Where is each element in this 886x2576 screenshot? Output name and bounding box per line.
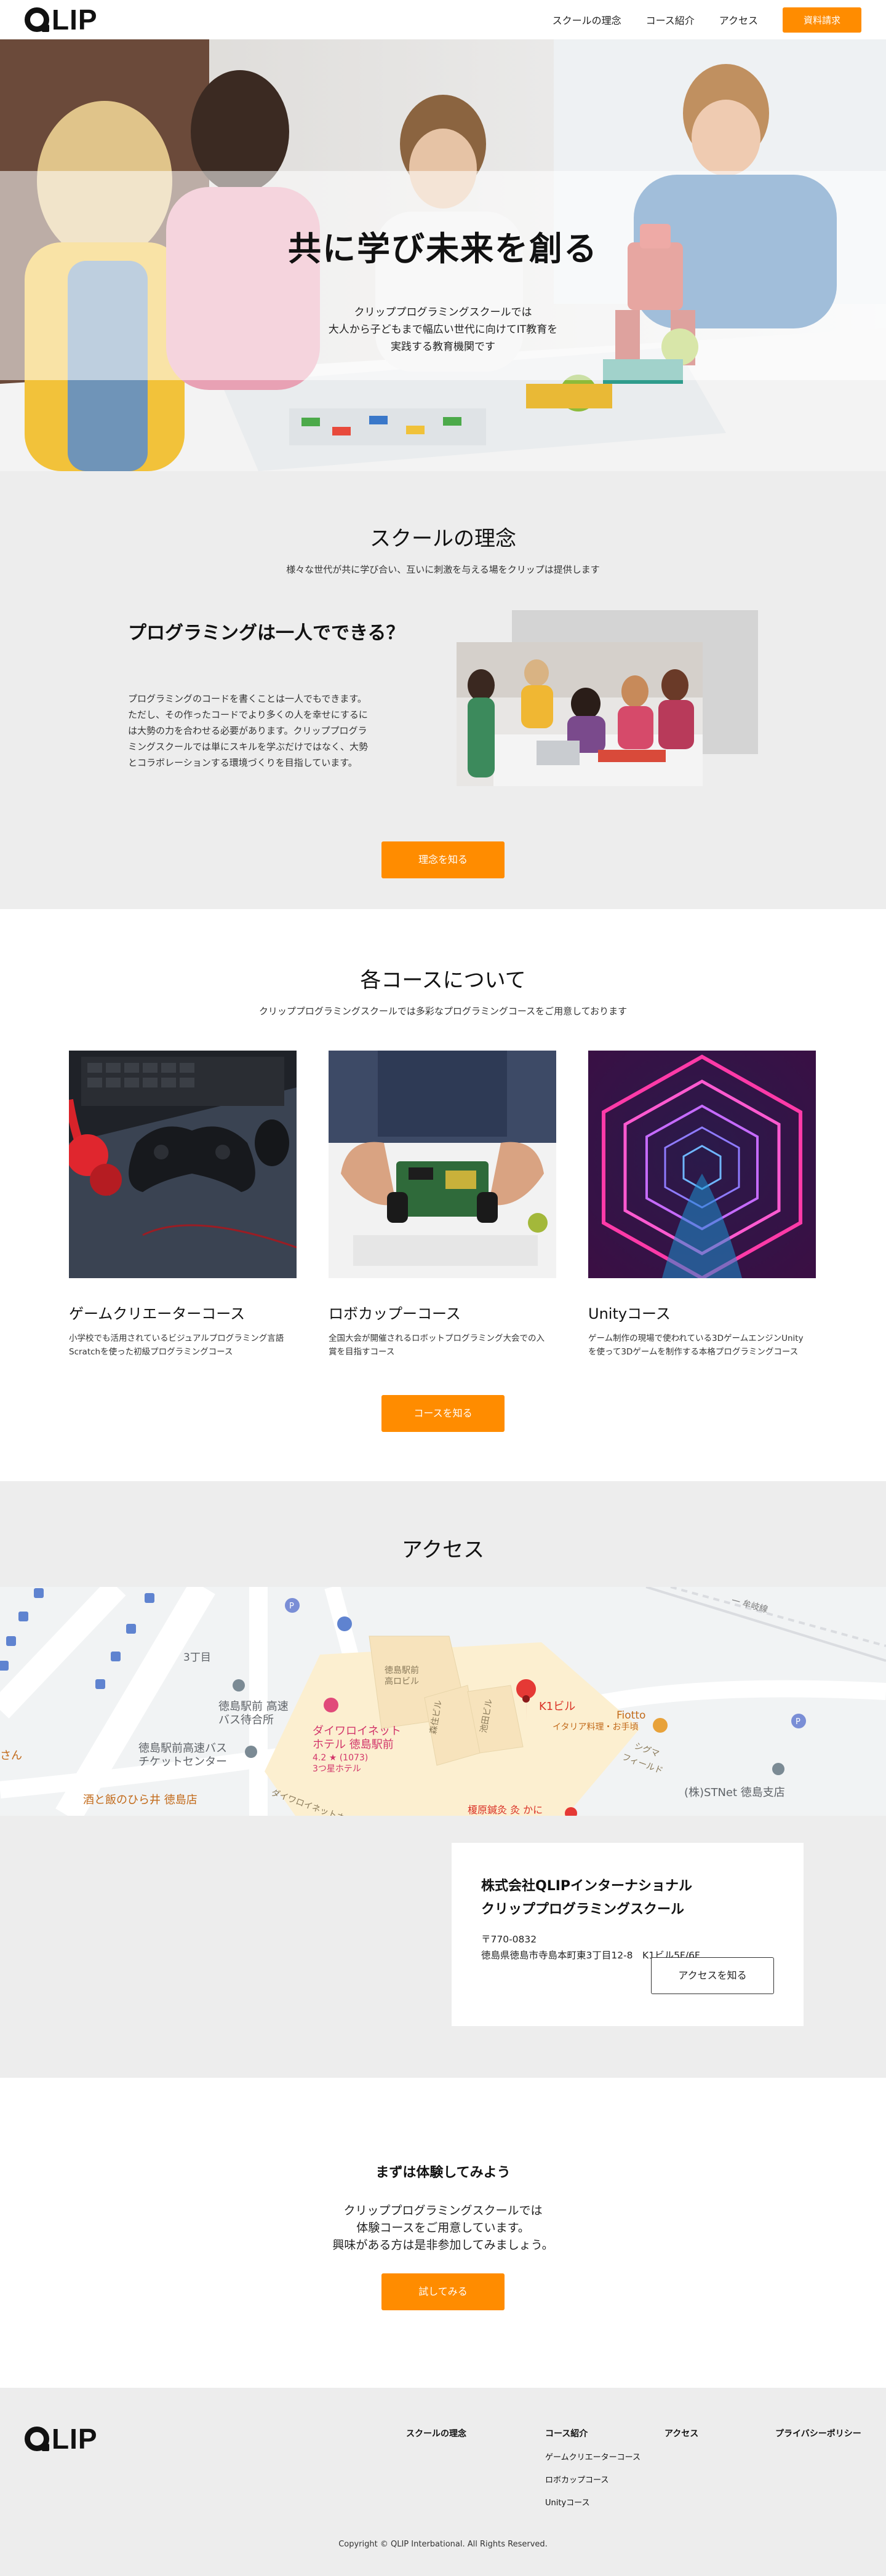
- course-description-line: 小学校でも活用されているビジュアルプログラミング言語: [69, 1334, 284, 1343]
- svg-text:(株)STNet 徳島支店: (株)STNet 徳島支店: [684, 1786, 785, 1799]
- logo-text: LIP: [52, 4, 98, 36]
- course-card-unity[interactable]: Unityコース ゲーム制作の現場で使われている3DゲームエンジンUnity を…: [588, 1051, 816, 1359]
- nav-link-access[interactable]: アクセス: [719, 12, 758, 27]
- svg-text:チケットセンター: チケットセンター: [138, 1755, 227, 1768]
- philosophy-subtitle: 様々な世代が共に学び合い、互いに刺激を与える場をクリップは提供します: [286, 564, 600, 575]
- postal-code: 〒770-0832: [481, 1934, 537, 1945]
- courses-subtitle: クリッププログラミングスクールでは多彩なプログラミングコースをご用意しております: [258, 1006, 628, 1017]
- course-description: 全国大会が開催されるロボットプログラミング大会での入 賞を目指すコース: [329, 1332, 556, 1359]
- svg-text:高ロビル: 高ロビル: [385, 1676, 419, 1687]
- footer-link-courses[interactable]: コース紹介: [545, 2427, 641, 2439]
- site-header: LIP スクールの理念 コース紹介 アクセス 資料請求: [0, 0, 886, 39]
- svg-text:榎原鍼灸 灸 かに: 榎原鍼灸 灸 かに: [468, 1804, 543, 1816]
- course-image-game: [69, 1051, 297, 1278]
- courses-title: 各コースについて: [360, 968, 526, 993]
- philosophy-section: スクールの理念 様々な世代が共に学び合い、互いに刺激を与える場をクリップは提供し…: [0, 471, 886, 909]
- access-section: アクセス P P 3丁目 徳島駅前 高速 バス待合所 徳島駅前高速バス チケット…: [0, 1481, 886, 2078]
- svg-text:P: P: [289, 1602, 294, 1611]
- trial-body-line: 体験コースをご用意しています。: [356, 2221, 530, 2235]
- footer-col-courses: コース紹介 ゲームクリエーターコース ロボカップコース Unityコース: [545, 2427, 641, 2508]
- request-docs-button[interactable]: 資料請求: [782, 7, 861, 33]
- footer-link-course[interactable]: ロボカップコース: [545, 2473, 641, 2485]
- svg-text:イタリア料理・お手頃: イタリア料理・お手頃: [553, 1722, 638, 1732]
- hero-title: 共に学び未来を創る: [288, 229, 598, 268]
- logo-q-mark: [25, 2427, 49, 2451]
- logo-text: LIP: [52, 2423, 98, 2455]
- philosophy-body: プログラミングのコードを書くことは一人でもできます。 ただし、その作ったコードで…: [128, 691, 422, 771]
- svg-text:3丁目: 3丁目: [183, 1652, 211, 1664]
- footer-link-philosophy[interactable]: スクールの理念: [406, 2427, 466, 2439]
- philosophy-photo: [457, 642, 703, 786]
- course-image-unity: [588, 1051, 816, 1278]
- course-description: ゲーム制作の現場で使われている3DゲームエンジンUnity を使って3Dゲームを…: [588, 1332, 816, 1359]
- course-name: Unityコース: [588, 1305, 671, 1322]
- trial-body-line: クリッププログラミングスクールでは: [343, 2204, 543, 2217]
- address-card: 株式会社QLIPインターナショナル クリッププログラミングスクール 〒770-0…: [452, 1843, 804, 2026]
- trial-section: まずは体験してみよう クリッププログラミングスクールでは 体験コースをご用意して…: [0, 2078, 886, 2388]
- philosophy-title: スクールの理念: [370, 527, 516, 551]
- trial-body: クリッププログラミングスクールでは 体験コースをご用意しています。 興味がある方…: [0, 2202, 886, 2254]
- hero-subtitle-line: 実践する教育機関です: [391, 341, 495, 353]
- nav-link-philosophy[interactable]: スクールの理念: [553, 12, 621, 27]
- philosophy-body-line: プログラミングのコードを書くことは一人でもできます。: [128, 693, 367, 704]
- course-description-line: ゲーム制作の現場で使われている3DゲームエンジンUnity: [588, 1334, 804, 1343]
- svg-text:ホテル 徳島駅前: ホテル 徳島駅前: [313, 1738, 394, 1751]
- access-map[interactable]: P P 3丁目 徳島駅前 高速 バス待合所 徳島駅前高速バス チケットセンター …: [0, 1587, 886, 1816]
- company-name-line: 株式会社QLIPインターナショナル: [481, 1878, 693, 1894]
- svg-text:K1ビル: K1ビル: [539, 1700, 575, 1713]
- svg-text:ダイワロイネット: ダイワロイネット: [313, 1725, 401, 1738]
- philosophy-body-line: ミングスクールでは単にスキルを学ぶだけではなく、大勢: [128, 741, 369, 752]
- main-nav: スクールの理念 コース紹介 アクセス 資料請求: [553, 7, 861, 33]
- access-learn-button[interactable]: アクセスを知る: [651, 1957, 774, 1994]
- footer-logo[interactable]: LIP: [25, 2422, 98, 2455]
- access-title: アクセス: [401, 1538, 485, 1562]
- hero-subtitle-line: 大人から子どもまで幅広い世代に向けてIT教育を: [328, 324, 558, 336]
- footer-link-privacy[interactable]: プライバシーポリシー: [775, 2427, 861, 2439]
- course-image-robocup: [329, 1051, 556, 1278]
- trial-title: まずは体験してみよう: [375, 2165, 511, 2180]
- nav-link-courses[interactable]: コース紹介: [646, 12, 695, 27]
- trial-body-line: 興味がある方は是非参加してみましょう。: [332, 2238, 554, 2252]
- course-description-line: を使って3Dゲームを制作する本格プログラミングコース: [588, 1347, 799, 1357]
- hero-section: 共に学び未来を創る クリッププログラミングスクールでは 大人から子どもまで幅広い…: [0, 39, 886, 471]
- hero-subtitle: クリッププログラミングスクールでは 大人から子どもまで幅広い世代に向けてIT教育…: [0, 304, 886, 356]
- course-description: 小学校でも活用されているビジュアルプログラミング言語 Scratchを使った初級…: [69, 1332, 297, 1359]
- svg-text:さん: さん: [0, 1749, 22, 1762]
- logo-q-mark: [25, 7, 49, 32]
- svg-text:徳島駅前 高速: 徳島駅前 高速: [218, 1700, 289, 1713]
- footer-link-access[interactable]: アクセス: [664, 2427, 698, 2439]
- course-card-robocup[interactable]: ロボカップーコース 全国大会が開催されるロボットプログラミング大会での入 賞を目…: [329, 1051, 556, 1359]
- footer-link-course[interactable]: ゲームクリエーターコース: [545, 2451, 641, 2462]
- course-description-line: 全国大会が開催されるロボットプログラミング大会での入: [329, 1334, 545, 1343]
- svg-text:バス待合所: バス待合所: [218, 1714, 274, 1727]
- course-card-game[interactable]: ゲームクリエーターコース 小学校でも活用されているビジュアルプログラミング言語 …: [69, 1051, 297, 1359]
- philosophy-body-line: とコラボレーションする環境づくりを目指しています。: [128, 757, 357, 768]
- philosophy-body-line: ただし、その作ったコードでより多くの人を幸せにするに: [128, 709, 368, 720]
- svg-text:Fiotto: Fiotto: [617, 1709, 645, 1722]
- svg-text:酒と飯のひら井 徳島店: 酒と飯のひら井 徳島店: [83, 1794, 198, 1807]
- svg-text:3つ星ホテル: 3つ星ホテル: [313, 1764, 361, 1774]
- course-name: ゲームクリエーターコース: [69, 1305, 245, 1322]
- courses-section: 各コースについて クリッププログラミングスクールでは多彩なプログラミングコースを…: [0, 909, 886, 1481]
- company-name: 株式会社QLIPインターナショナル クリッププログラミングスクール: [481, 1875, 774, 1922]
- footer-course-links: ゲームクリエーターコース ロボカップコース Unityコース: [545, 2451, 641, 2508]
- courses-learn-button[interactable]: コースを知る: [381, 1395, 505, 1432]
- philosophy-heading: プログラミングは一人でできる？: [128, 622, 405, 644]
- course-description-line: 賞を目指すコース: [329, 1347, 395, 1357]
- philosophy-body-line: は大勢の力を合わせる必要があります。クリッププログラ: [128, 725, 367, 736]
- svg-text:徳島駅前高速バス: 徳島駅前高速バス: [138, 1742, 227, 1755]
- svg-text:徳島駅前: 徳島駅前: [385, 1665, 419, 1676]
- trial-try-button[interactable]: 試してみる: [381, 2273, 505, 2310]
- footer-link-course[interactable]: Unityコース: [545, 2496, 641, 2508]
- svg-text:P: P: [796, 1717, 800, 1727]
- site-footer: LIP スクールの理念 コース紹介 ゲームクリエーターコース ロボカップコース …: [0, 2388, 886, 2576]
- site-logo[interactable]: LIP: [25, 3, 98, 36]
- course-description-line: Scratchを使った初級プログラミングコース: [69, 1347, 233, 1357]
- copyright-text: Copyright © QLIP Interbational. All Righ…: [338, 2540, 548, 2549]
- hero-subtitle-line: クリッププログラミングスクールでは: [354, 306, 532, 319]
- philosophy-learn-button[interactable]: 理念を知る: [381, 841, 505, 878]
- course-name: ロボカップーコース: [329, 1305, 461, 1322]
- svg-text:4.2 ★ (1073): 4.2 ★ (1073): [313, 1753, 368, 1763]
- company-name-line: クリッププログラミングスクール: [481, 1902, 685, 1917]
